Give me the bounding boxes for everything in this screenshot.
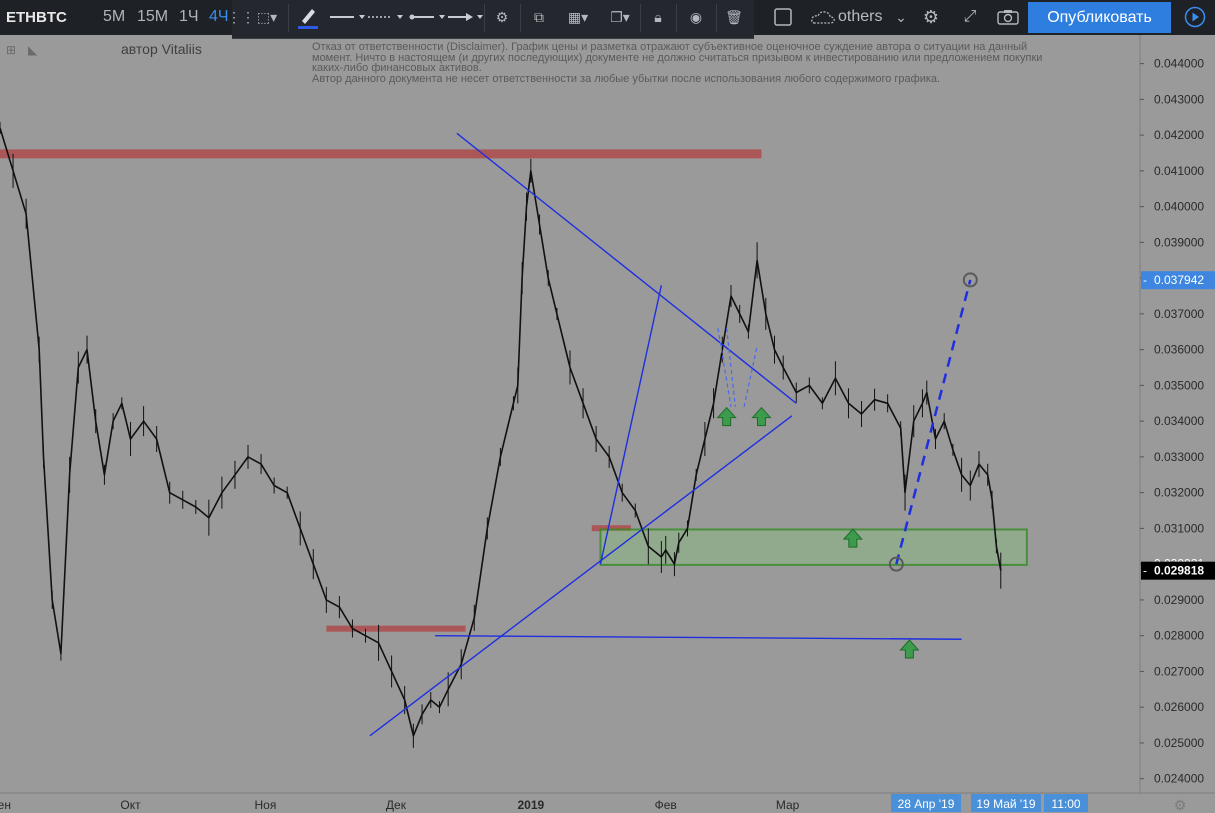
trend-line bbox=[369, 415, 793, 737]
up-arrow-marker bbox=[899, 639, 920, 659]
y-tick-label: 0.025000 bbox=[1154, 736, 1204, 750]
settings-icon[interactable]: ⚙ bbox=[918, 6, 944, 28]
price-chart[interactable]: 0.044000 0.043000 0.042000 0.041000 0.040000… bbox=[0, 35, 1215, 813]
chart-markers bbox=[716, 272, 978, 659]
trend-line bbox=[435, 634, 962, 640]
select-tool-icon[interactable]: ⬚▾ bbox=[252, 6, 282, 28]
projection-line bbox=[895, 279, 972, 565]
dash-style-icon[interactable] bbox=[366, 6, 406, 28]
dashed-fan-line bbox=[743, 345, 758, 407]
publish-button[interactable]: Опубликовать bbox=[1028, 2, 1171, 33]
x-tick-label: Мар bbox=[776, 798, 800, 812]
time-cursor-label: 19 Май '19 bbox=[976, 797, 1035, 811]
camera-icon[interactable] bbox=[995, 6, 1021, 28]
checkbox-icon[interactable] bbox=[772, 6, 794, 28]
cloud-icon[interactable] bbox=[810, 6, 836, 28]
time-axis: СенОктНояДек2019ФевМарАпр28 Апр '1919 Ма… bbox=[0, 792, 1215, 813]
support-zone bbox=[599, 528, 1028, 566]
x-tick-label: Дек bbox=[386, 798, 407, 812]
y-tick-label: 0.027000 bbox=[1154, 664, 1204, 678]
gear-icon[interactable]: ⚙ bbox=[490, 6, 514, 28]
trend-line bbox=[456, 132, 797, 404]
price-series bbox=[0, 121, 1002, 748]
trend-lines bbox=[369, 132, 972, 737]
trash-icon[interactable]: 🗑︎ bbox=[722, 6, 746, 28]
y-tick-label: 0.032000 bbox=[1154, 486, 1204, 500]
y-tick-label: 0.034000 bbox=[1154, 414, 1204, 428]
price-label: 0.037942 bbox=[1154, 273, 1204, 287]
disclaimer-line: Автор данного документа не несет ответст… bbox=[312, 72, 941, 85]
line-dot-icon[interactable] bbox=[408, 6, 448, 28]
resistance-zone bbox=[0, 149, 762, 159]
up-arrow-marker bbox=[751, 406, 772, 427]
up-arrow-marker bbox=[716, 406, 737, 427]
axis-settings-icon: ⚙ bbox=[1174, 798, 1187, 813]
grip-icon[interactable]: ⋮⋮ bbox=[227, 6, 255, 28]
price-axis: 0.044000 0.043000 0.042000 0.041000 0.040000… bbox=[1139, 35, 1215, 813]
y-tick-label: 0.043000 bbox=[1154, 92, 1204, 106]
y-tick-label: 0.039000 bbox=[1154, 235, 1204, 249]
y-tick-label: 0.037000 bbox=[1154, 307, 1204, 321]
y-tick-label: 0.031000 bbox=[1154, 521, 1204, 535]
y-tick-label: 0.029000 bbox=[1154, 593, 1204, 607]
x-tick-label: Сен bbox=[0, 798, 11, 812]
y-tick-label: 0.044000 bbox=[1154, 57, 1204, 71]
price-label: 0.029818 bbox=[1154, 564, 1204, 578]
x-tick-label: Ноя bbox=[254, 798, 276, 812]
lock-icon[interactable]: 🔒︎ bbox=[646, 6, 670, 28]
interval-15m[interactable]: 15М bbox=[137, 8, 168, 26]
play-icon[interactable] bbox=[1182, 6, 1208, 28]
y-tick-label: 0.024000 bbox=[1154, 772, 1204, 786]
time-cursor-label: 11:00 bbox=[1051, 797, 1080, 811]
plus-box-icon[interactable]: ⊞ bbox=[6, 43, 16, 57]
brush-icon[interactable] bbox=[294, 6, 322, 29]
x-tick-label: Фев bbox=[655, 798, 677, 812]
eye-icon[interactable]: ◉ bbox=[682, 6, 710, 28]
top-toolbar: ETHBTC 5М 15М 1Ч 4Ч ⋮⋮ ⬚▾ ⚙ ⧉ ▦▾ ❐▾ 🔒︎ ◉ bbox=[0, 0, 1215, 39]
interval-5m[interactable]: 5М bbox=[103, 8, 125, 26]
y-tick-label: 0.041000 bbox=[1154, 164, 1204, 178]
layers-icon[interactable]: ▦▾ bbox=[562, 6, 594, 28]
dashed-fan-line bbox=[726, 328, 736, 407]
y-tick-label: 0.040000 bbox=[1154, 200, 1204, 214]
chart-zones bbox=[0, 149, 1028, 632]
symbol-label[interactable]: ETHBTC bbox=[6, 9, 67, 26]
magnet-clone-icon[interactable]: ⧉ bbox=[526, 6, 552, 28]
y-tick-label: 0.036000 bbox=[1154, 343, 1204, 357]
author-label: автор Vitaliis bbox=[121, 41, 202, 57]
price-line bbox=[0, 127, 1002, 737]
price-label-dash: - bbox=[1143, 273, 1147, 287]
chevron-down-icon[interactable]: ⌄ bbox=[893, 6, 909, 28]
resistance-zone bbox=[326, 625, 466, 632]
y-tick-label: 0.035000 bbox=[1154, 378, 1204, 392]
line-style-icon[interactable] bbox=[328, 6, 368, 28]
flag-icon[interactable]: ◣ bbox=[28, 43, 37, 57]
x-tick-label: 2019 bbox=[517, 798, 544, 812]
y-tick-label: 0.028000 bbox=[1154, 629, 1204, 643]
y-tick-label: 0.026000 bbox=[1154, 700, 1204, 714]
arrow-line-icon[interactable] bbox=[446, 6, 486, 28]
drawing-toolbar: ⋮⋮ ⬚▾ ⚙ ⧉ ▦▾ ❐▾ 🔒︎ ◉ 🗑︎ bbox=[227, 0, 754, 39]
fullscreen-icon[interactable]: ⤢ bbox=[958, 6, 982, 28]
disclaimer-line: каких-либо финансовых активов. bbox=[312, 62, 482, 74]
y-tick-label: 0.033000 bbox=[1154, 450, 1204, 464]
y-tick-label: 0.042000 bbox=[1154, 128, 1204, 142]
copy-icon[interactable]: ❐▾ bbox=[604, 6, 636, 28]
price-label-dash: - bbox=[1143, 564, 1147, 578]
others-label[interactable]: others bbox=[838, 8, 882, 26]
time-cursor-label: 28 Апр '19 bbox=[898, 797, 955, 811]
disclaimer-text: Отказ от ответственности (Disclaimer). Г… bbox=[312, 42, 1132, 84]
x-tick-label: Окт bbox=[120, 798, 141, 812]
interval-1h[interactable]: 1Ч bbox=[179, 8, 199, 26]
disclaimer-line: Отказ от ответственности (Disclaimer). Г… bbox=[312, 41, 1028, 53]
interval-4h[interactable]: 4Ч bbox=[209, 8, 229, 26]
